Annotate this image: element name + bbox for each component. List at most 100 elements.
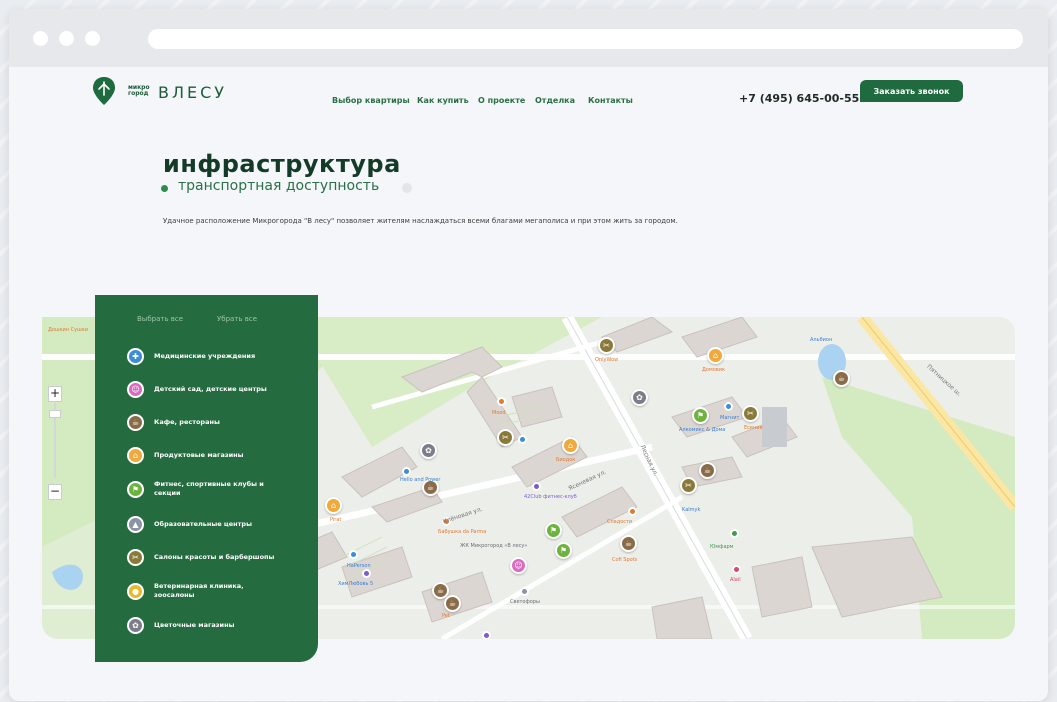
cafe-marker[interactable]: ☕ xyxy=(833,370,850,387)
request-call-button[interactable]: Заказать звонок xyxy=(860,80,963,102)
place-label: Сладости xyxy=(607,519,633,525)
transport-link[interactable]: транспортная доступность xyxy=(178,178,379,194)
grocery-marker[interactable]: ⌂ xyxy=(707,347,724,364)
logo-subtitle: микро город xyxy=(128,84,150,97)
place-label: Дошкин Сушки xyxy=(48,327,88,333)
subtitle-bullet-icon xyxy=(161,185,168,192)
place-label: OnlyWow xyxy=(595,357,619,363)
cafe-marker[interactable]: ☕ xyxy=(444,595,461,612)
medical-pin[interactable] xyxy=(724,402,733,411)
graduation-cap-icon: ▲ xyxy=(127,516,144,533)
page-title: инфраструктура xyxy=(163,150,401,178)
scissors-icon: ✂ xyxy=(127,549,144,566)
nav-link-contacts[interactable]: Контакты xyxy=(588,96,633,105)
grocery-marker[interactable]: ⌂ xyxy=(325,497,342,514)
category-fitness[interactable]: ⚑ Фитнес, спортивные клубы и секции xyxy=(127,480,307,498)
category-label: Ветеринарная клиника, зоосалоны xyxy=(154,582,244,599)
category-flowers[interactable]: ✿ Цветочные магазины xyxy=(127,617,307,634)
cafe-marker[interactable]: ☕ xyxy=(699,462,716,479)
logo-wordmark[interactable]: ВЛЕСУ xyxy=(158,83,227,102)
education-pin[interactable] xyxy=(532,482,541,491)
place-label: ЖК Микрогород «В лесу» xyxy=(460,543,528,549)
clear-all-link[interactable]: Убрать все xyxy=(217,315,257,323)
category-education[interactable]: ▲ Образовательные центры xyxy=(127,516,307,533)
category-label: Медицинские учреждения xyxy=(154,352,256,360)
place-label: Бабушка da Parma xyxy=(438,529,487,535)
store-pin[interactable] xyxy=(732,565,741,574)
medical-pin[interactable] xyxy=(349,550,358,559)
place-label: Домовик xyxy=(702,367,726,373)
category-label: Образовательные центры xyxy=(154,520,252,528)
place-label: HaPerson xyxy=(347,563,371,569)
place-label: Pirat xyxy=(330,517,342,523)
zoom-out-button[interactable]: − xyxy=(48,484,62,500)
page-description: Удачное расположение Микрогорода "В лесу… xyxy=(163,217,678,225)
place-label: Kalmyk xyxy=(682,507,701,513)
category-medical[interactable]: ✚ Медицинские учреждения xyxy=(127,348,307,365)
medical-pin[interactable] xyxy=(402,467,411,476)
category-label: Салоны красоты и барбершопы xyxy=(154,553,275,561)
beauty-salon-marker[interactable]: ✂ xyxy=(497,429,514,446)
fitness-icon: ⚑ xyxy=(127,480,144,498)
fitness-marker[interactable]: ⚑ xyxy=(692,407,709,424)
category-cafe[interactable]: ☕ Кафе, рестораны xyxy=(127,414,307,431)
phone-number[interactable]: +7 (495) 645-00-55 xyxy=(739,92,859,105)
nav-link-about[interactable]: О проекте xyxy=(478,96,525,105)
place-label: Магнит xyxy=(720,415,740,421)
beauty-salon-marker[interactable]: ✂ xyxy=(598,337,615,354)
logo-pin-icon[interactable] xyxy=(92,76,116,106)
service-pin[interactable] xyxy=(520,587,529,596)
basket-icon: ⌂ xyxy=(127,447,144,464)
category-vet[interactable]: ● Ветеринарная клиника, зоосалоны xyxy=(127,582,307,600)
category-filter-panel: Выбрать все Убрать все ✚ Медицинские учр… xyxy=(95,295,318,662)
grocery-marker[interactable]: ⌂ xyxy=(562,437,579,454)
nav-link-apartments[interactable]: Выбор квартиры xyxy=(332,96,410,105)
nav-link-how-to-buy[interactable]: Как купить xyxy=(417,96,469,105)
browser-chrome xyxy=(9,9,1048,67)
place-label: Mood xyxy=(492,410,506,416)
education-pin[interactable] xyxy=(362,569,371,578)
fitness-marker[interactable]: ⚑ xyxy=(545,522,562,539)
category-grocery[interactable]: ⌂ Продуктовые магазины xyxy=(127,447,307,464)
medical-cross-icon: ✚ xyxy=(127,348,144,365)
paw-icon: ● xyxy=(127,582,144,600)
category-label: Продуктовые магазины xyxy=(154,451,244,459)
kids-center-marker[interactable]: ☺ xyxy=(510,557,527,574)
category-kids[interactable]: ☺ Детский сад, детские центры xyxy=(127,381,307,398)
address-bar[interactable] xyxy=(148,29,1023,49)
place-label: ХимЛюбовь 5 xyxy=(338,581,374,587)
place-label: Есения xyxy=(744,425,763,431)
category-label: Кафе, рестораны xyxy=(154,418,220,426)
cafe-marker[interactable]: ☕ xyxy=(620,535,637,552)
place-label: 42Club фитнес-клуб xyxy=(524,494,577,500)
zoom-slider-handle[interactable] xyxy=(49,410,61,418)
category-label: Детский сад, детские центры xyxy=(154,385,267,393)
nav-link-finishing[interactable]: Отделка xyxy=(535,96,575,105)
kids-icon: ☺ xyxy=(127,381,144,398)
category-label: Цветочные магазины xyxy=(154,621,235,629)
window-dot-1[interactable] xyxy=(33,31,48,46)
fitness-marker[interactable]: ⚑ xyxy=(555,542,572,559)
education-pin[interactable] xyxy=(482,631,491,639)
cup-icon: ☕ xyxy=(127,414,144,431)
pharmacy-pin[interactable] xyxy=(730,529,739,538)
place-label: Hello and Power xyxy=(400,477,441,483)
select-all-link[interactable]: Выбрать все xyxy=(137,315,183,323)
beauty-salon-marker[interactable]: ✂ xyxy=(742,405,759,422)
place-label: Светофоры xyxy=(510,599,540,605)
window-dot-3[interactable] xyxy=(85,31,100,46)
place-label: Pet xyxy=(442,613,450,619)
flower-shop-marker[interactable]: ✿ xyxy=(420,442,437,459)
subtitle-toggle[interactable] xyxy=(402,183,412,193)
shop-pin[interactable] xyxy=(497,397,506,406)
beauty-salon-marker[interactable]: ✂ xyxy=(680,477,697,494)
zoom-in-button[interactable]: + xyxy=(48,386,62,402)
category-beauty[interactable]: ✂ Салоны красоты и барбершопы xyxy=(127,549,307,566)
category-label: Фитнес, спортивные клубы и секции xyxy=(154,480,264,497)
place-label: Cofi Spots xyxy=(612,557,638,563)
medical-pin[interactable] xyxy=(518,435,527,444)
place-label: Биодок xyxy=(556,457,576,463)
flower-shop-marker[interactable]: ✿ xyxy=(631,389,648,406)
shop-pin[interactable] xyxy=(628,507,637,516)
window-dot-2[interactable] xyxy=(59,31,74,46)
